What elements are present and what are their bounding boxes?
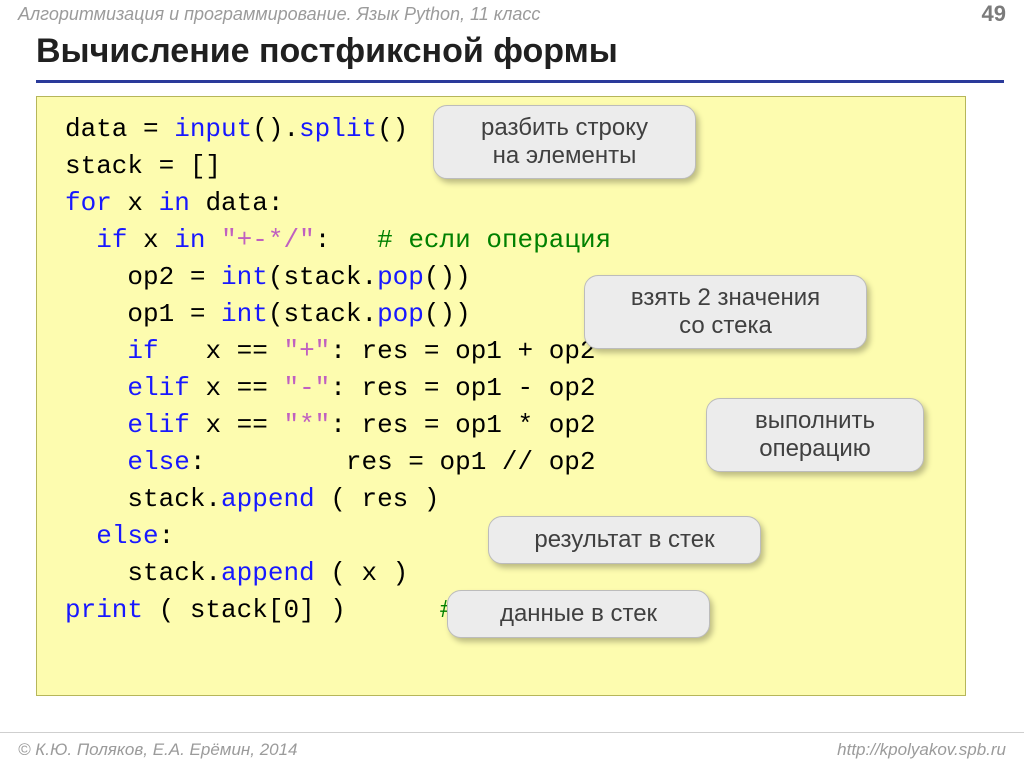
code-token: input	[174, 114, 252, 144]
code-token: split	[299, 114, 377, 144]
code-token: pop	[377, 299, 424, 329]
code-token: :	[159, 521, 175, 551]
code-token: pop	[377, 262, 424, 292]
code-token: ( stack[0] )	[143, 595, 439, 625]
code-token: x	[127, 225, 174, 255]
code-token: data:	[190, 188, 284, 218]
footer-url: http://kpolyakov.spb.ru	[837, 740, 1006, 760]
footer-copyright: © К.Ю. Поляков, Е.А. Ерёмин, 2014	[18, 740, 298, 760]
code-token: else	[96, 521, 158, 551]
code-token: x ==	[190, 373, 284, 403]
code-token: in	[174, 225, 205, 255]
code-token: data =	[65, 114, 174, 144]
code-token: ()	[377, 114, 408, 144]
code-token: "+-*/"	[221, 225, 315, 255]
code-token: x ==	[159, 336, 284, 366]
code-token: op1 =	[65, 299, 221, 329]
course-title: Алгоритмизация и программирование. Язык …	[18, 4, 540, 25]
code-token: : res = op1 + op2	[330, 336, 595, 366]
code-token: in	[159, 188, 190, 218]
code-token: : res = op1 // op2	[190, 447, 596, 477]
code-token: ( x )	[315, 558, 409, 588]
page-number: 49	[982, 1, 1006, 27]
code-token: ().	[252, 114, 299, 144]
code-token: "+"	[283, 336, 330, 366]
code-token: else	[127, 447, 189, 477]
code-token: ())	[424, 262, 471, 292]
code-token: if	[96, 225, 127, 255]
callout-pop: взять 2 значениясо стека	[584, 275, 867, 349]
callout-split: разбить строкуна элементы	[433, 105, 696, 179]
code-token: elif	[127, 373, 189, 403]
code-token: int	[221, 262, 268, 292]
code-token: stack.	[65, 484, 221, 514]
code-token: # если операция	[377, 225, 611, 255]
code-token: elif	[127, 410, 189, 440]
code-token	[65, 373, 127, 403]
code-token: stack = []	[65, 151, 221, 181]
footer-bar: © К.Ю. Поляков, Е.А. Ерёмин, 2014 http:/…	[0, 732, 1024, 767]
code-token: for	[65, 188, 112, 218]
code-token: append	[221, 484, 315, 514]
code-token	[205, 225, 221, 255]
slide-title: Вычисление постфиксной формы	[36, 32, 618, 71]
code-token	[65, 336, 127, 366]
code-token: x	[112, 188, 159, 218]
code-token: ( res )	[315, 484, 440, 514]
code-token: stack.	[65, 558, 221, 588]
title-underline	[36, 80, 1004, 83]
callout-push-data: данные в стек	[447, 590, 710, 638]
code-token: :	[315, 225, 377, 255]
code-token: : res = op1 - op2	[330, 373, 595, 403]
code-token: int	[221, 299, 268, 329]
code-token: (stack.	[268, 299, 377, 329]
code-token: op2 =	[65, 262, 221, 292]
code-token: ())	[424, 299, 471, 329]
code-token: print	[65, 595, 143, 625]
callout-push-res: результат в стек	[488, 516, 761, 564]
code-token: append	[221, 558, 315, 588]
code-token: "-"	[283, 373, 330, 403]
callout-op: выполнитьоперацию	[706, 398, 924, 472]
code-token	[65, 410, 127, 440]
code-token	[65, 225, 96, 255]
slide: Алгоритмизация и программирование. Язык …	[0, 0, 1024, 767]
code-token: : res = op1 * op2	[330, 410, 595, 440]
code-token	[65, 521, 96, 551]
header-bar: Алгоритмизация и программирование. Язык …	[0, 0, 1024, 28]
code-token	[65, 447, 127, 477]
code-token: (stack.	[268, 262, 377, 292]
code-token: if	[127, 336, 158, 366]
code-token: x ==	[190, 410, 284, 440]
code-token: "*"	[283, 410, 330, 440]
